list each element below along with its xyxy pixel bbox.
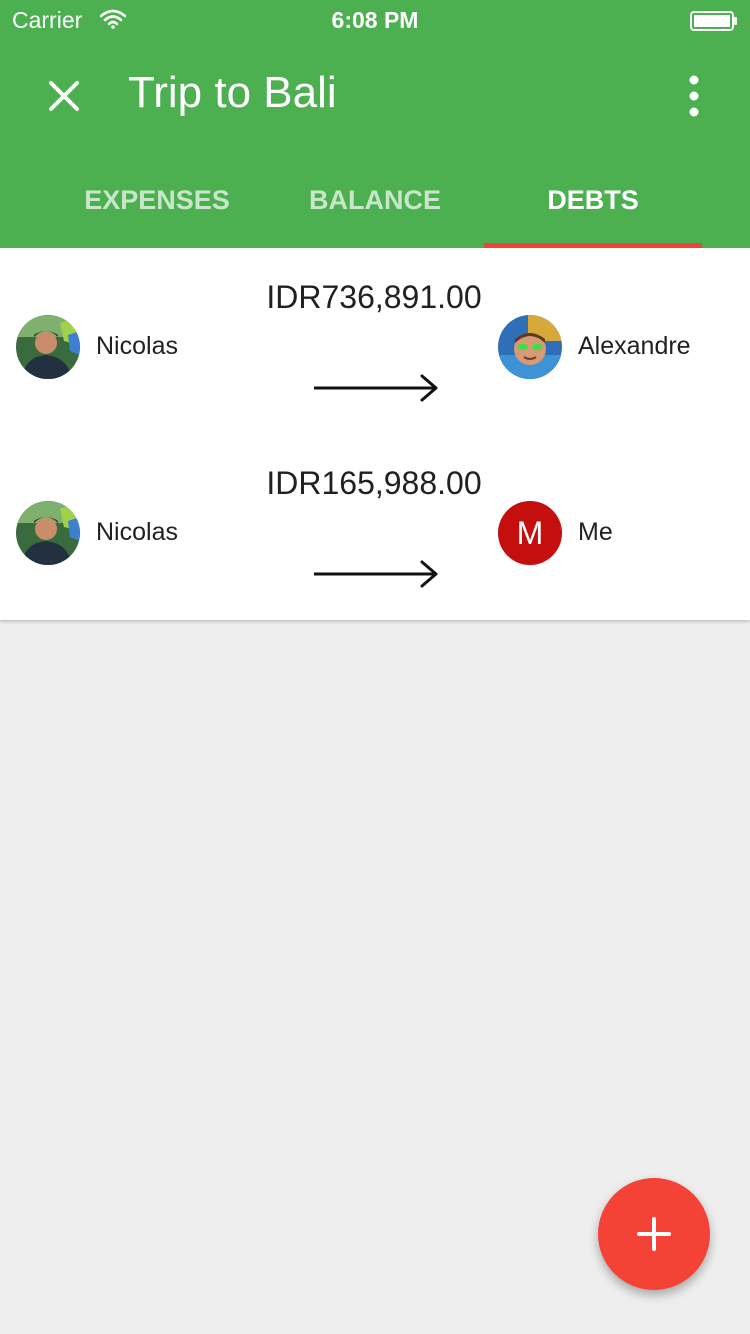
avatar-nicolas bbox=[16, 501, 80, 565]
status-time: 6:08 PM bbox=[331, 7, 419, 33]
app-header: Carrier 6:08 PM Trip to Bali EXPENSES BA… bbox=[0, 0, 750, 248]
debt-amount: IDR736,891.00 bbox=[266, 279, 482, 315]
tab-bar: EXPENSES BALANCE DEBTS bbox=[0, 152, 750, 248]
arrow-right-icon bbox=[314, 374, 438, 402]
debt-amount: IDR165,988.00 bbox=[266, 465, 482, 501]
avatar-nicolas bbox=[16, 315, 80, 379]
creditor-name: Me bbox=[578, 518, 613, 546]
add-button[interactable] bbox=[598, 1178, 710, 1290]
page-title: Trip to Bali bbox=[128, 68, 337, 117]
close-button[interactable] bbox=[38, 70, 90, 122]
tab-expenses[interactable]: EXPENSES bbox=[48, 152, 266, 248]
debtor-name: Nicolas bbox=[96, 518, 178, 546]
close-icon bbox=[49, 81, 79, 111]
more-vert-icon bbox=[689, 75, 699, 117]
creditor-name: Alexandre bbox=[578, 332, 691, 360]
more-options-button[interactable] bbox=[682, 74, 706, 118]
avatar-me: M bbox=[498, 501, 562, 565]
add-icon bbox=[637, 1217, 671, 1251]
battery-icon bbox=[690, 11, 737, 31]
tab-balance[interactable]: BALANCE bbox=[266, 152, 484, 248]
status-bar: Carrier 6:08 PM bbox=[0, 0, 750, 40]
debtor-name: Nicolas bbox=[96, 332, 178, 360]
debt-row[interactable]: Nicolas IDR736,891.00 Alexandre bbox=[0, 248, 750, 434]
debt-row[interactable]: Nicolas IDR165,988.00 M Me bbox=[0, 434, 750, 620]
debts-list: Nicolas IDR736,891.00 Alexandre Nicolas … bbox=[0, 248, 750, 620]
avatar-alexandre bbox=[498, 315, 562, 379]
tab-debts[interactable]: DEBTS bbox=[484, 152, 702, 248]
toolbar: Trip to Bali bbox=[0, 40, 750, 152]
arrow-right-icon bbox=[314, 560, 438, 588]
